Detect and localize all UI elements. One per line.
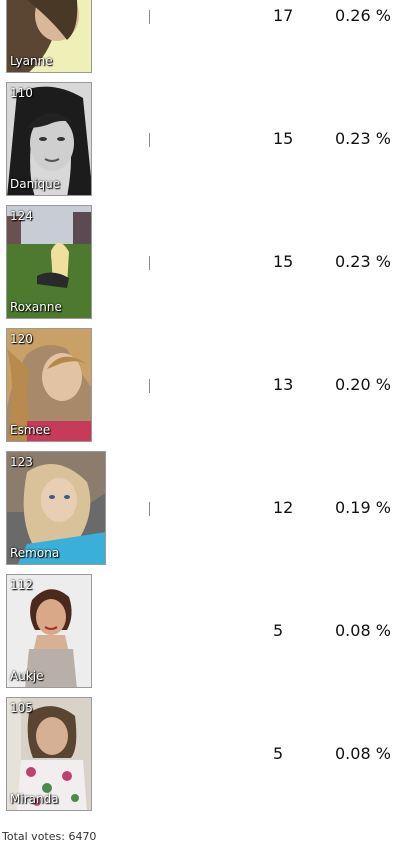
contestant-number: 124 (10, 209, 33, 223)
vote-count: 15 (273, 129, 294, 148)
vote-row-aukje: 112 Aukje 5 0.08 % (0, 574, 412, 697)
contestant-name: Danique (10, 177, 61, 191)
contestant-name: Miranda (10, 792, 59, 806)
contestant-name: Roxanne (10, 300, 62, 314)
vote-row-lyanne: Lyanne 17 0.26 % (0, 0, 412, 82)
vote-percentage: 0.19 % (335, 498, 391, 517)
contestant-number: 105 (10, 701, 33, 715)
contestant-photo[interactable]: 124 Roxanne (6, 205, 92, 319)
contestant-photo[interactable]: Lyanne (6, 0, 92, 73)
vote-bar (149, 10, 150, 24)
vote-percentage: 0.20 % (335, 375, 391, 394)
vote-count: 17 (273, 6, 294, 25)
contestant-number: 123 (10, 455, 33, 469)
vote-percentage: 0.08 % (335, 621, 391, 640)
vote-percentage: 0.23 % (335, 252, 391, 271)
vote-count: 5 (273, 621, 284, 640)
vote-bar (149, 256, 150, 270)
vote-count: 15 (273, 252, 294, 271)
vote-row-esmee: 120 Esmee 13 0.20 % (0, 328, 412, 451)
vote-percentage: 0.08 % (335, 744, 391, 763)
vote-row-danique: 110 Danique 15 0.23 % (0, 82, 412, 205)
contestant-photo[interactable]: 110 Danique (6, 82, 92, 196)
contestant-photo[interactable]: 112 Aukje (6, 574, 92, 688)
contestant-number: 112 (10, 578, 33, 592)
vote-count: 5 (273, 744, 284, 763)
contestant-number: 110 (10, 86, 33, 100)
contestant-name: Esmee (10, 423, 51, 437)
contestant-photo[interactable]: 123 Remona (6, 451, 106, 565)
contestant-name: Aukje (10, 669, 44, 683)
vote-row-roxanne: 124 Roxanne 15 0.23 % (0, 205, 412, 328)
vote-percentage: 0.26 % (335, 6, 391, 25)
contestant-name: Remona (10, 546, 60, 560)
vote-row-miranda: 105 Miranda 5 0.08 % (0, 697, 412, 820)
vote-count: 12 (273, 498, 294, 517)
contestant-number: 120 (10, 332, 33, 346)
total-votes: Total votes: 6470 (2, 830, 97, 843)
vote-bar (149, 502, 150, 516)
contestant-photo[interactable]: 105 Miranda (6, 697, 92, 811)
vote-bar (149, 379, 150, 393)
contestant-name: Lyanne (10, 54, 53, 68)
vote-count: 13 (273, 375, 294, 394)
vote-row-remona: 123 Remona 12 0.19 % (0, 451, 412, 574)
contestant-photo[interactable]: 120 Esmee (6, 328, 92, 442)
vote-percentage: 0.23 % (335, 129, 391, 148)
vote-bar (149, 133, 150, 147)
